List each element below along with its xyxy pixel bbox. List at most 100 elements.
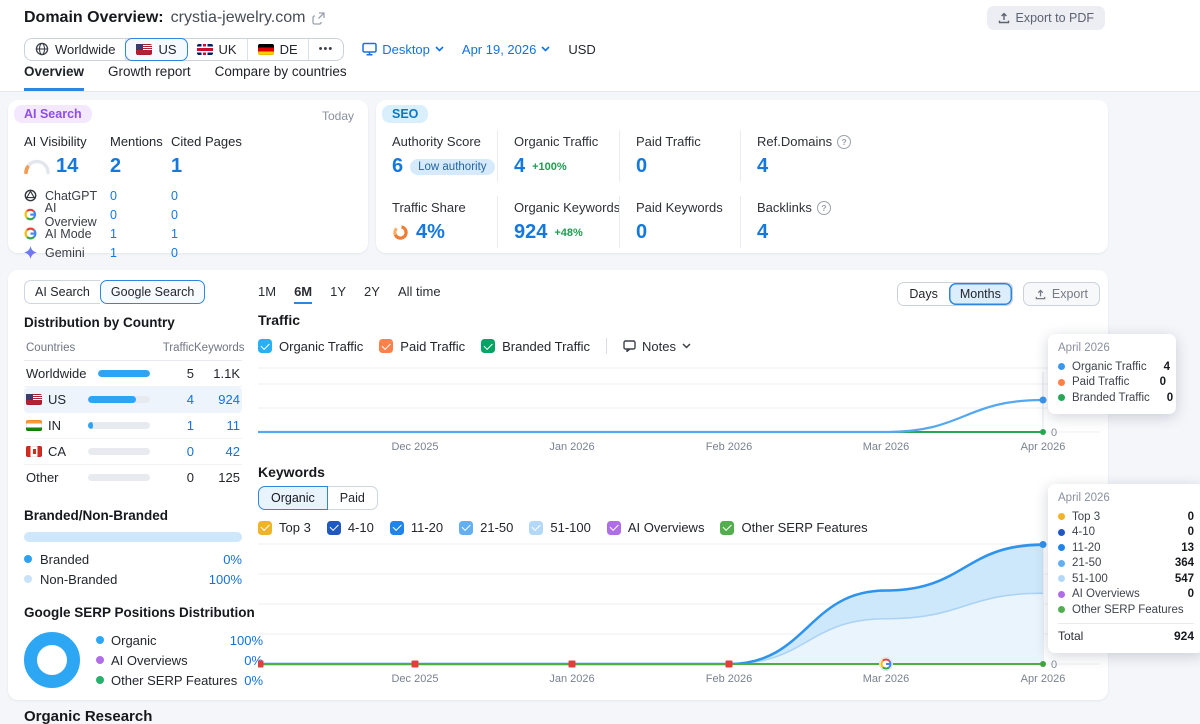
tooltip-total-row: Total924 xyxy=(1058,628,1194,645)
serp-row-organic: Organic 100% xyxy=(96,630,263,650)
tab-overview[interactable]: Overview xyxy=(24,64,84,91)
export-button[interactable]: Export xyxy=(1023,282,1100,306)
tab-compare-by-countries[interactable]: Compare by countries xyxy=(215,64,347,91)
legend-organic-traffic[interactable]: Organic Traffic xyxy=(258,339,363,354)
date-label: Apr 19, 2026 xyxy=(462,42,536,57)
ai-mode-cited[interactable]: 1 xyxy=(171,224,242,243)
date-dropdown[interactable]: Apr 19, 2026 xyxy=(462,42,550,57)
months-button[interactable]: Months xyxy=(949,283,1012,305)
backlinks-metric: Backlinks? 4 xyxy=(740,196,1108,248)
tooltip-row: 51-100547 xyxy=(1058,571,1194,587)
organic-traffic-value[interactable]: 4 xyxy=(514,155,525,178)
ai-overview-mentions[interactable]: 0 xyxy=(110,205,171,224)
ref-domains-value[interactable]: 4 xyxy=(757,155,768,178)
legend-other-serp-features[interactable]: Other SERP Features xyxy=(720,520,867,535)
range-2y[interactable]: 2Y xyxy=(364,284,380,304)
organic-traffic-metric: Organic Traffic 4+100% xyxy=(497,130,619,182)
export-to-pdf-button[interactable]: Export to PDF xyxy=(987,6,1106,30)
date-range-tabs: 1M 6M 1Y 2Y All time xyxy=(258,284,441,304)
paid-keywords-value[interactable]: 0 xyxy=(636,221,647,244)
device-dropdown[interactable]: Desktop xyxy=(362,42,444,57)
filter-uk[interactable]: UK xyxy=(187,39,248,60)
backlinks-value[interactable]: 4 xyxy=(757,221,768,244)
filter-worldwide[interactable]: Worldwide xyxy=(25,39,126,60)
legend-top3[interactable]: Top 3 xyxy=(258,520,311,535)
ca-flag-icon xyxy=(26,446,42,457)
traffic-bar xyxy=(88,422,150,429)
external-link-icon[interactable] xyxy=(312,12,325,25)
table-row-in[interactable]: IN 1 11 xyxy=(24,413,242,439)
ai-mode-mentions[interactable]: 1 xyxy=(110,224,171,243)
checkbox-icon xyxy=(379,339,393,353)
branded-title: Branded/Non-Branded xyxy=(24,508,242,523)
granularity-toggle: Days Months xyxy=(897,282,1012,306)
organic-toggle-button[interactable]: Organic xyxy=(258,486,328,510)
seo-metrics-grid: Authority Score 6Low authority Organic T… xyxy=(376,130,1108,248)
days-button[interactable]: Days xyxy=(898,283,948,305)
paid-traffic-value[interactable]: 0 xyxy=(636,155,647,178)
legend-11-20[interactable]: 11-20 xyxy=(390,520,443,535)
paid-toggle-button[interactable]: Paid xyxy=(328,486,378,510)
chatgpt-mentions[interactable]: 0 xyxy=(110,186,171,205)
organic-keywords-value[interactable]: 924 xyxy=(514,221,547,244)
legend-ai-overviews[interactable]: AI Overviews xyxy=(607,520,705,535)
traffic-bar xyxy=(88,474,150,481)
more-dots-icon: ••• xyxy=(319,43,334,55)
paid-traffic-metric: Paid Traffic 0 xyxy=(619,130,740,182)
ai-search-toggle-button[interactable]: AI Search xyxy=(24,280,100,304)
organic-traffic-delta: +100% xyxy=(532,161,567,173)
filter-de[interactable]: DE xyxy=(248,39,309,60)
tab-growth-report[interactable]: Growth report xyxy=(108,64,191,91)
checkbox-icon xyxy=(258,521,272,535)
chevron-down-icon xyxy=(541,46,550,52)
range-1m[interactable]: 1M xyxy=(258,284,276,304)
in-flag-icon xyxy=(26,420,42,431)
legend-branded-traffic[interactable]: Branded Traffic xyxy=(481,339,590,354)
traffic-chart[interactable]: 30Dec 2025Jan 2026Feb 2026Mar 2026Apr 20… xyxy=(258,358,1100,458)
legend-21-50[interactable]: 21-50 xyxy=(459,520,513,535)
organic-keywords-metric: Organic Keywords 924+48% xyxy=(497,196,619,248)
gemini-cited[interactable]: 0 xyxy=(171,243,242,262)
filter-bar: Worldwide US UK DE ••• Desktop A xyxy=(24,36,596,62)
ai-visibility-value: 14 xyxy=(24,155,110,186)
notes-dropdown[interactable]: Notes xyxy=(623,339,691,354)
range-1y[interactable]: 1Y xyxy=(330,284,346,304)
checkbox-icon xyxy=(529,521,543,535)
chart-controls: 1M 6M 1Y 2Y All time Days Months Export xyxy=(258,282,1100,306)
table-row-other[interactable]: Other 0 125 xyxy=(24,465,242,490)
legend-4-10[interactable]: 4-10 xyxy=(327,520,374,535)
traffic-legend: Organic Traffic Paid Traffic Branded Tra… xyxy=(258,338,691,354)
table-row-worldwide[interactable]: Worldwide 5 1.1K xyxy=(24,361,242,387)
chatgpt-cited[interactable]: 0 xyxy=(171,186,242,205)
filter-us[interactable]: US xyxy=(125,38,187,61)
google-search-toggle-button[interactable]: Google Search xyxy=(100,280,205,304)
filter-more-button[interactable]: ••• xyxy=(309,39,344,60)
device-label: Desktop xyxy=(382,42,430,57)
range-all-time[interactable]: All time xyxy=(398,284,441,304)
traffic-bar xyxy=(88,448,150,455)
ai-overview-cited[interactable]: 0 xyxy=(171,205,242,224)
ai-search-badge: AI Search xyxy=(14,105,92,123)
info-icon[interactable]: ? xyxy=(837,135,851,149)
non-branded-pct[interactable]: 100% xyxy=(209,572,242,587)
branded-dot xyxy=(24,555,32,563)
legend-51-100[interactable]: 51-100 xyxy=(529,520,590,535)
gemini-mentions[interactable]: 1 xyxy=(110,243,171,262)
worldwide-label: Worldwide xyxy=(55,42,115,57)
info-icon[interactable]: ? xyxy=(817,201,831,215)
organic-dot xyxy=(96,636,104,644)
checkbox-icon xyxy=(390,521,404,535)
non-branded-legend-row: Non-Branded 100% xyxy=(24,569,242,589)
svg-text:Dec 2025: Dec 2025 xyxy=(391,441,438,453)
export-to-pdf-label: Export to PDF xyxy=(1016,11,1095,25)
branded-pct[interactable]: 0% xyxy=(223,552,242,567)
range-6m[interactable]: 6M xyxy=(294,284,312,304)
svg-text:0: 0 xyxy=(1051,659,1057,671)
keywords-chart[interactable]: 2320Dec 2025Jan 2026Feb 2026Mar 2026Apr … xyxy=(258,540,1100,698)
traffic-share-donut-icon xyxy=(392,224,409,241)
legend-paid-traffic[interactable]: Paid Traffic xyxy=(379,339,465,354)
checkbox-icon xyxy=(258,339,272,353)
gemini-icon xyxy=(24,246,37,259)
table-row-ca[interactable]: CA 0 42 xyxy=(24,439,242,465)
table-row-us[interactable]: US 4 924 xyxy=(24,387,242,413)
